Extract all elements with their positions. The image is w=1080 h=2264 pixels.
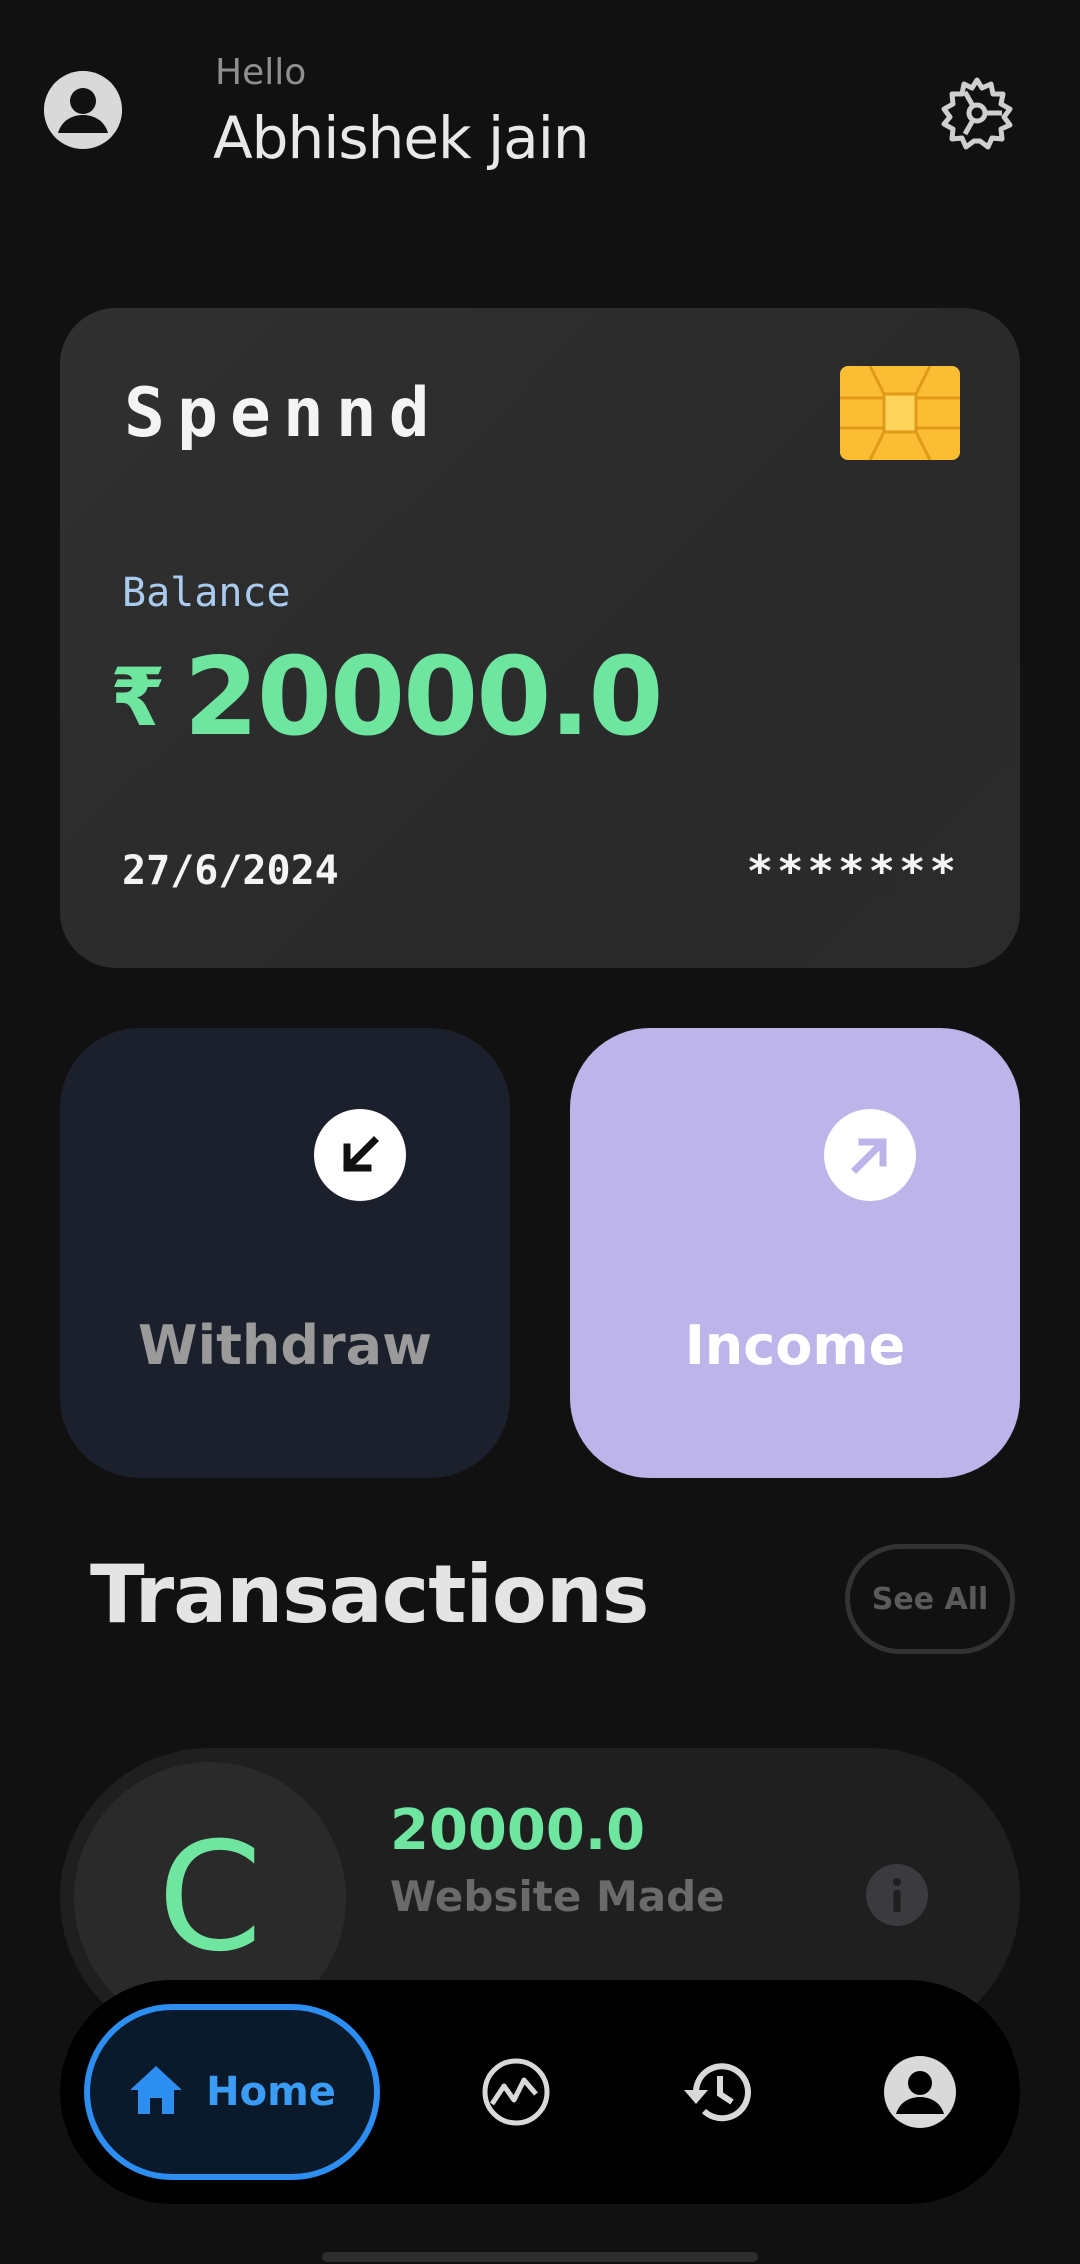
app-screen: Hello Abhishek jain Spennd Balance ₹ 200… (0, 0, 1080, 2264)
info-icon[interactable] (866, 1864, 928, 1926)
nav-home[interactable]: Home (84, 2004, 380, 2180)
withdraw-label: Withdraw (138, 1314, 432, 1377)
transaction-amount: 20000.0 (390, 1798, 646, 1863)
profile-icon[interactable] (882, 2054, 958, 2130)
greeting-text: Hello (215, 52, 307, 93)
balance-amount: 20000.0 (183, 635, 664, 760)
gear-icon[interactable] (938, 74, 1016, 152)
user-name: Abhishek jain (213, 104, 590, 172)
balance-row: ₹ 20000.0 (110, 635, 664, 760)
bottom-navigation: Home (60, 1980, 1020, 2204)
income-label: Income (684, 1314, 906, 1377)
chart-icon[interactable] (478, 2054, 554, 2130)
transaction-initial: C (157, 1811, 263, 1985)
history-icon[interactable] (680, 2054, 756, 2130)
arrow-down-left-icon (314, 1109, 406, 1201)
see-all-button[interactable]: See All (845, 1544, 1015, 1654)
arrow-up-right-icon (824, 1109, 916, 1201)
transaction-description: Website Made (390, 1872, 725, 1921)
currency-symbol: ₹ (110, 651, 166, 744)
card-masked-number: ******* (746, 846, 960, 897)
home-icon (128, 2064, 184, 2120)
card-date: 27/6/2024 (122, 848, 339, 894)
home-indicator (322, 2252, 758, 2262)
card-brand: Spennd (124, 374, 442, 453)
account-circle-icon[interactable] (44, 71, 122, 149)
transactions-title: Transactions (90, 1548, 649, 1641)
income-button[interactable]: Income (570, 1028, 1020, 1478)
withdraw-button[interactable]: Withdraw (60, 1028, 510, 1478)
nav-home-label: Home (206, 2069, 336, 2115)
balance-card[interactable]: Spennd Balance ₹ 20000.0 27/6/2024 *****… (60, 308, 1020, 968)
card-chip-icon (840, 365, 960, 461)
balance-label: Balance (122, 570, 291, 616)
